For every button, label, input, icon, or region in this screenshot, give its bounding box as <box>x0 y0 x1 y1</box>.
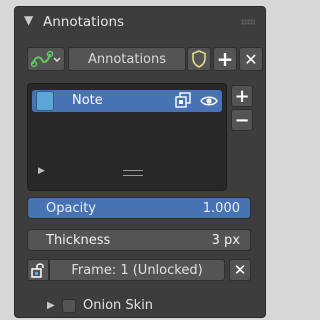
layer-name[interactable]: Note <box>72 93 103 108</box>
opacity-value: 1.000 <box>202 201 240 216</box>
opacity-label: Opacity <box>46 201 97 216</box>
add-layer-button[interactable]: + <box>231 85 253 107</box>
thickness-value: 3 px <box>211 233 240 248</box>
onion-skin-checkbox[interactable] <box>62 299 76 313</box>
frame-field[interactable]: Frame: 1 (Unlocked) <box>49 259 225 281</box>
panel-header[interactable]: ▼ Annotations <box>15 7 265 37</box>
drag-grip-icon[interactable] <box>241 19 255 25</box>
list-filter-options-icon[interactable]: ▶ <box>38 166 45 176</box>
annotation-data-browse-button[interactable] <box>27 47 65 71</box>
new-annotation-button[interactable]: + <box>213 47 237 71</box>
annotation-data-icon <box>31 50 61 68</box>
unlocked-icon <box>31 263 44 278</box>
annotation-name-field[interactable]: Annotations <box>68 47 186 71</box>
thickness-field[interactable]: Thickness 3 px <box>27 229 251 251</box>
fake-user-shield-icon <box>192 50 206 68</box>
opacity-slider[interactable]: Opacity 1.000 <box>27 197 251 219</box>
disclosure-triangle-down-icon[interactable]: ▼ <box>24 13 33 27</box>
list-resize-grip[interactable] <box>123 170 143 176</box>
frame-row: Frame: 1 (Unlocked) ✕ <box>27 259 251 281</box>
list-item[interactable]: Note <box>32 90 222 112</box>
annotation-layer-list[interactable]: Note ▶ <box>27 83 227 191</box>
thickness-label: Thickness <box>46 233 111 248</box>
fake-user-button[interactable] <box>187 47 211 71</box>
disclosure-triangle-right-icon[interactable]: ▶ <box>47 300 55 311</box>
panel-title: Annotations <box>43 14 125 30</box>
layer-color-swatch[interactable] <box>36 91 54 111</box>
onion-skin-label: Onion Skin <box>83 298 154 313</box>
annotations-panel: ▼ Annotations Annotations + ✕ Note ▶ + −… <box>14 6 266 318</box>
eye-icon[interactable] <box>200 94 218 108</box>
remove-layer-button[interactable]: − <box>231 109 253 131</box>
layer-onion-icon[interactable] <box>174 92 192 110</box>
frame-lock-button[interactable] <box>27 259 49 281</box>
delete-frame-button[interactable]: ✕ <box>229 259 251 281</box>
unlink-annotation-button[interactable]: ✕ <box>239 47 263 71</box>
